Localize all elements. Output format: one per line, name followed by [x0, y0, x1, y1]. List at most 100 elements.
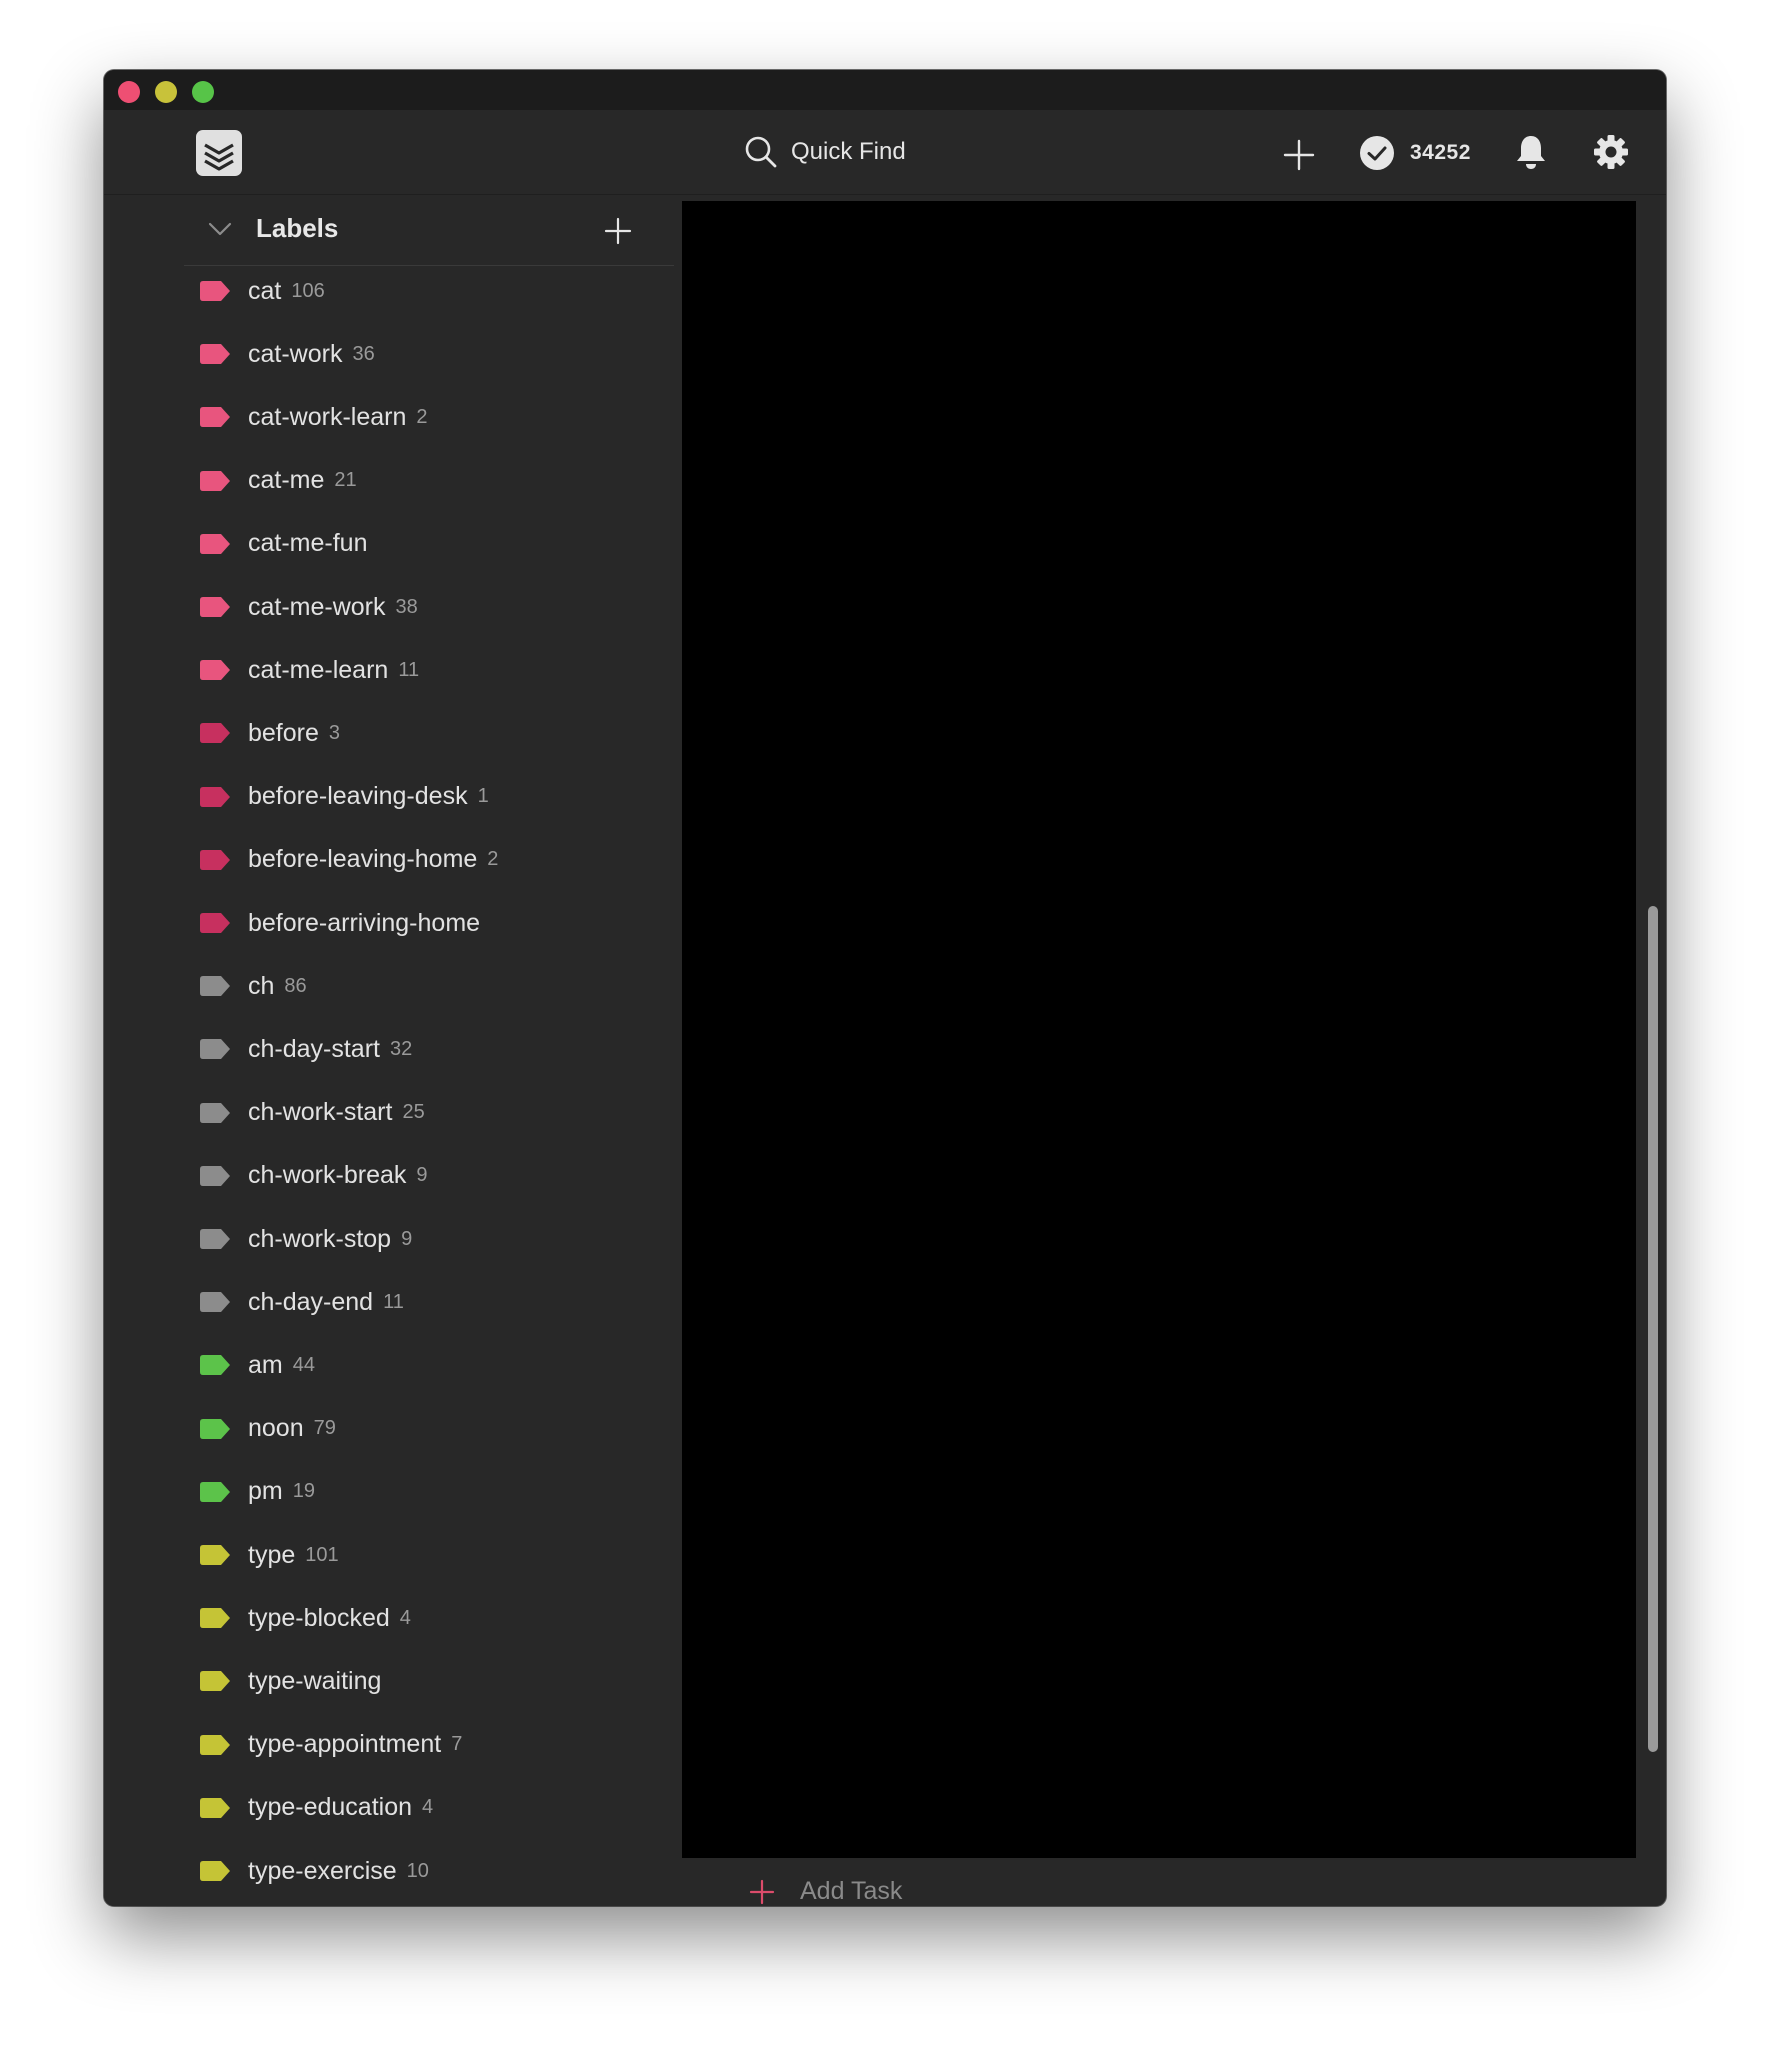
label-count: 32	[389, 1037, 413, 1060]
label-name: before	[248, 718, 319, 747]
label-name: type-education	[248, 1793, 413, 1822]
label-count: 10	[406, 1859, 429, 1882]
sidebar-label-item[interactable]: before 3	[200, 713, 340, 753]
sidebar-label-item[interactable]: pm 19	[200, 1472, 315, 1512]
label-count: 1	[477, 785, 489, 808]
sidebar-label-item[interactable]: before-leaving-home 2	[200, 840, 498, 880]
label-count: 86	[284, 974, 307, 997]
label-count: 36	[352, 342, 375, 365]
add-label-plus-icon[interactable]	[602, 215, 634, 247]
quick-find-button[interactable]: Quick Find	[744, 132, 906, 172]
label-count: 25	[402, 1101, 425, 1124]
label-name: cat-me	[248, 466, 325, 495]
quick-find-label: Quick Find	[791, 138, 906, 165]
label-name: cat-me-fun	[248, 529, 368, 558]
label-count: 11	[383, 1290, 404, 1313]
sidebar-label-item[interactable]: cat-me-learn 11	[200, 650, 419, 690]
label-tag-icon	[200, 1734, 230, 1755]
label-count: 21	[334, 469, 357, 492]
label-count: 4	[422, 1796, 434, 1819]
label-tag-icon	[200, 976, 230, 997]
label-count: 9	[401, 1227, 413, 1250]
sidebar-label-item[interactable]: type-waiting	[200, 1661, 381, 1701]
label-tag-icon	[200, 723, 230, 744]
label-count: 44	[292, 1353, 315, 1376]
sidebar-label-item[interactable]: type 101	[200, 1535, 339, 1575]
close-window-button[interactable]	[118, 81, 140, 103]
sidebar-label-item[interactable]: cat-work-learn 2	[200, 397, 428, 437]
label-tag-icon	[200, 913, 230, 933]
label-name: type-exercise	[248, 1856, 397, 1885]
label-count: 38	[395, 595, 418, 618]
label-tag-icon	[200, 407, 230, 428]
label-tag-icon	[200, 1545, 230, 1565]
sidebar-label-item[interactable]: cat-me-fun	[200, 524, 367, 564]
labels-section-header[interactable]: Labels	[184, 195, 674, 266]
label-name: ch-work-start	[248, 1098, 393, 1127]
sidebar-label-item[interactable]: before-arriving-home	[200, 903, 480, 943]
gear-icon[interactable]	[1592, 133, 1630, 171]
label-tag-icon	[200, 1797, 230, 1818]
sidebar-label-item[interactable]: ch-work-start 25	[200, 1093, 425, 1133]
sidebar-label-item[interactable]: before-leaving-desk 1	[200, 777, 489, 817]
label-count: 11	[398, 658, 420, 681]
label-tag-icon	[200, 786, 230, 807]
sidebar-label-item[interactable]: cat-me 21	[200, 461, 357, 501]
label-count: 106	[291, 279, 325, 302]
sidebar-label-item[interactable]: ch-day-end 11	[200, 1282, 404, 1322]
sidebar-label-item[interactable]: type-exercise 10	[200, 1851, 429, 1891]
label-name: cat	[248, 276, 282, 305]
add-task-button[interactable]: Add Task	[748, 1877, 902, 1906]
sidebar-label-item[interactable]: ch-work-break 9	[200, 1156, 428, 1196]
label-name: pm	[248, 1477, 283, 1506]
label-name: ch-work-break	[248, 1161, 407, 1190]
sidebar-label-item[interactable]: ch 86	[200, 966, 307, 1006]
label-name: am	[248, 1350, 283, 1379]
zoom-window-button[interactable]	[192, 81, 214, 103]
label-tag-icon	[200, 1102, 230, 1123]
label-name: type-waiting	[248, 1666, 382, 1695]
plus-icon	[749, 1879, 775, 1904]
label-tag-icon	[200, 1861, 230, 1881]
add-task-label: Add Task	[800, 1877, 903, 1905]
chevron-down-icon[interactable]	[206, 215, 234, 243]
sidebar-label-item[interactable]: ch-work-stop 9	[200, 1219, 412, 1259]
label-count: 3	[328, 721, 341, 744]
label-count: 19	[292, 1480, 315, 1503]
sidebar-label-item[interactable]: am 44	[200, 1345, 315, 1385]
sidebar-label-item[interactable]: noon 79	[200, 1409, 336, 1449]
minimize-window-button[interactable]	[155, 81, 177, 103]
label-tag-icon	[200, 281, 230, 301]
label-name: type-blocked	[248, 1603, 390, 1632]
label-name: cat-work-learn	[248, 402, 407, 431]
search-icon	[745, 136, 777, 168]
scrollbar[interactable]	[1648, 906, 1658, 1752]
label-tag-icon	[200, 533, 230, 554]
sidebar-label-item[interactable]: cat-work 36	[200, 334, 375, 374]
sidebar-label-item[interactable]: type-blocked 4	[200, 1598, 411, 1638]
check-circle-icon	[1360, 136, 1394, 170]
label-tag-icon	[200, 1229, 230, 1249]
todoist-logo-icon[interactable]	[196, 130, 242, 176]
labels-section-title: Labels	[256, 213, 339, 243]
label-tag-icon	[200, 1418, 230, 1439]
label-count: 9	[416, 1164, 428, 1187]
label-name: before-leaving-desk	[248, 782, 468, 811]
add-task-plus-icon[interactable]	[1282, 138, 1316, 172]
sidebar-label-item[interactable]: type-appointment 7	[200, 1725, 462, 1765]
label-tag-icon	[200, 1671, 230, 1692]
bell-icon[interactable]	[1514, 133, 1548, 171]
label-tag-icon	[200, 597, 230, 617]
sidebar-label-item[interactable]: cat 106	[200, 271, 325, 311]
label-tag-icon	[200, 1165, 230, 1186]
label-tag-icon	[200, 849, 230, 870]
top-bar: Quick Find 34252	[104, 110, 1666, 195]
label-name: noon	[248, 1414, 304, 1443]
label-name: cat-me-work	[248, 592, 386, 621]
sidebar-label-item[interactable]: cat-me-work 38	[200, 587, 418, 627]
sidebar-label-item[interactable]: type-education 4	[200, 1788, 433, 1828]
label-count: 79	[313, 1417, 336, 1440]
sidebar-label-item[interactable]: ch-day-start 32	[200, 1029, 412, 1069]
label-name: ch-day-end	[248, 1287, 374, 1316]
productivity-button[interactable]: 34252	[1360, 134, 1471, 172]
